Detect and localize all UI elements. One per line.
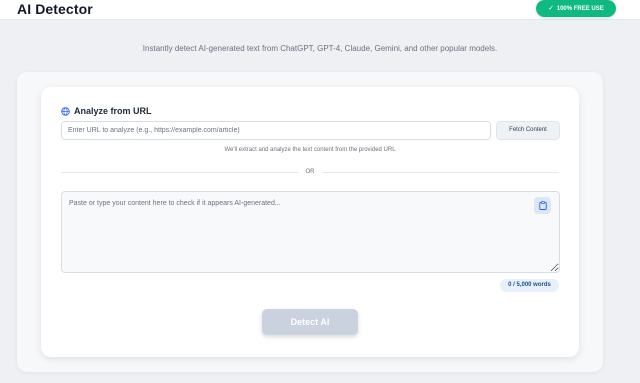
- app-title: AI Detector: [17, 1, 93, 17]
- free-use-badge-label: 100% FREE USE: [556, 6, 604, 12]
- detect-ai-button[interactable]: Detect AI: [262, 309, 358, 335]
- url-input[interactable]: [61, 121, 491, 140]
- fetch-content-button[interactable]: Fetch Content: [496, 121, 560, 140]
- content-textarea[interactable]: [61, 191, 560, 273]
- check-icon: ✓: [548, 5, 555, 12]
- free-use-badge: ✓ 100% FREE USE: [536, 0, 616, 17]
- url-section-title: Analyze from URL: [61, 105, 152, 117]
- globe-icon: [61, 106, 70, 116]
- clipboard-icon: [538, 201, 547, 210]
- url-section-label: Analyze from URL: [74, 106, 152, 116]
- page-subtitle: Instantly detect AI-generated text from …: [142, 44, 498, 53]
- url-helper-text: We'll extract and analyze the text conte…: [224, 147, 396, 153]
- top-bar: AI Detector ✓ 100% FREE USE: [0, 0, 640, 20]
- paste-clipboard-button[interactable]: [534, 197, 551, 214]
- or-label: OR: [298, 168, 322, 177]
- word-count-badge: 0 / 5,000 words: [500, 279, 559, 292]
